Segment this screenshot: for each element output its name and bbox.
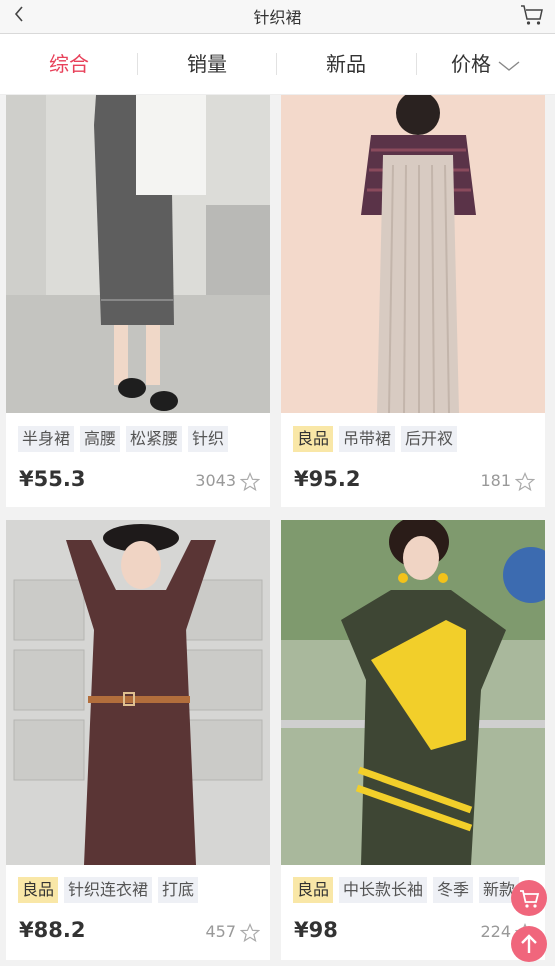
tag: 后开衩 [401,426,458,452]
tab-sales[interactable]: 销量 [138,34,276,94]
tab-label: 价格 [451,52,491,76]
tag: 吊带裙 [339,426,396,452]
tag: 冬季 [433,877,474,903]
product-card[interactable]: 良品 吊带裙 后开衩 ¥95.2 181 [281,95,545,507]
product-card[interactable]: 良品 针织连衣裙 打底 ¥88.2 457 [6,520,270,960]
arrow-up-icon [521,934,537,953]
back-to-top-button[interactable] [511,926,547,962]
floating-cart-button[interactable] [511,880,547,916]
sales-count: 3043 [195,471,236,490]
sort-tabs: 综合 销量 新品 价格 [0,34,555,95]
product-price: ¥95.2 [294,467,361,491]
tag: 松紧腰 [126,426,183,452]
tag: 半身裙 [18,426,75,452]
tab-label: 销量 [187,52,227,76]
tag: 针织连衣裙 [64,877,153,903]
tab-label: 新品 [326,52,366,76]
sales-count: 224 [480,922,511,941]
star-icon[interactable] [515,472,535,492]
navigation-bar: 针织裙 [0,0,555,34]
tab-comprehensive[interactable]: 综合 [0,34,138,94]
tag-list: 半身裙 高腰 松紧腰 针织 [18,426,266,452]
product-image[interactable] [281,95,545,413]
good-product-tag: 良品 [293,877,334,903]
star-icon[interactable] [240,472,260,492]
tag: 高腰 [80,426,121,452]
page-title: 针织裙 [253,8,302,27]
tag-list: 良品 吊带裙 后开衩 [293,426,541,452]
tab-price[interactable]: 价格 [417,34,555,94]
sales-count: 457 [205,922,236,941]
tab-new[interactable]: 新品 [277,34,415,94]
tag: 中长款长袖 [339,877,428,903]
product-image[interactable] [281,520,545,865]
chevron-down-icon [498,60,520,71]
tag: 针织 [188,426,229,452]
good-product-tag: 良品 [293,426,334,452]
cart-icon [520,890,540,908]
tag-list: 良品 针织连衣裙 打底 [18,877,266,903]
good-product-tag: 良品 [18,877,59,903]
product-image[interactable] [6,95,270,413]
sales-count: 181 [480,471,511,490]
tag-list: 良品 中长款长袖 冬季 新款 [293,877,541,903]
product-image[interactable] [6,520,270,865]
product-price: ¥98 [294,918,338,942]
product-price: ¥88.2 [19,918,86,942]
tag: 打底 [158,877,199,903]
cart-icon[interactable] [519,2,545,28]
product-price: ¥55.3 [19,467,86,491]
product-card[interactable]: 半身裙 高腰 松紧腰 针织 ¥55.3 3043 [6,95,270,507]
tab-label: 综合 [49,52,89,76]
star-icon[interactable] [240,923,260,943]
product-card[interactable]: 良品 中长款长袖 冬季 新款 ¥98 224 [281,520,545,960]
